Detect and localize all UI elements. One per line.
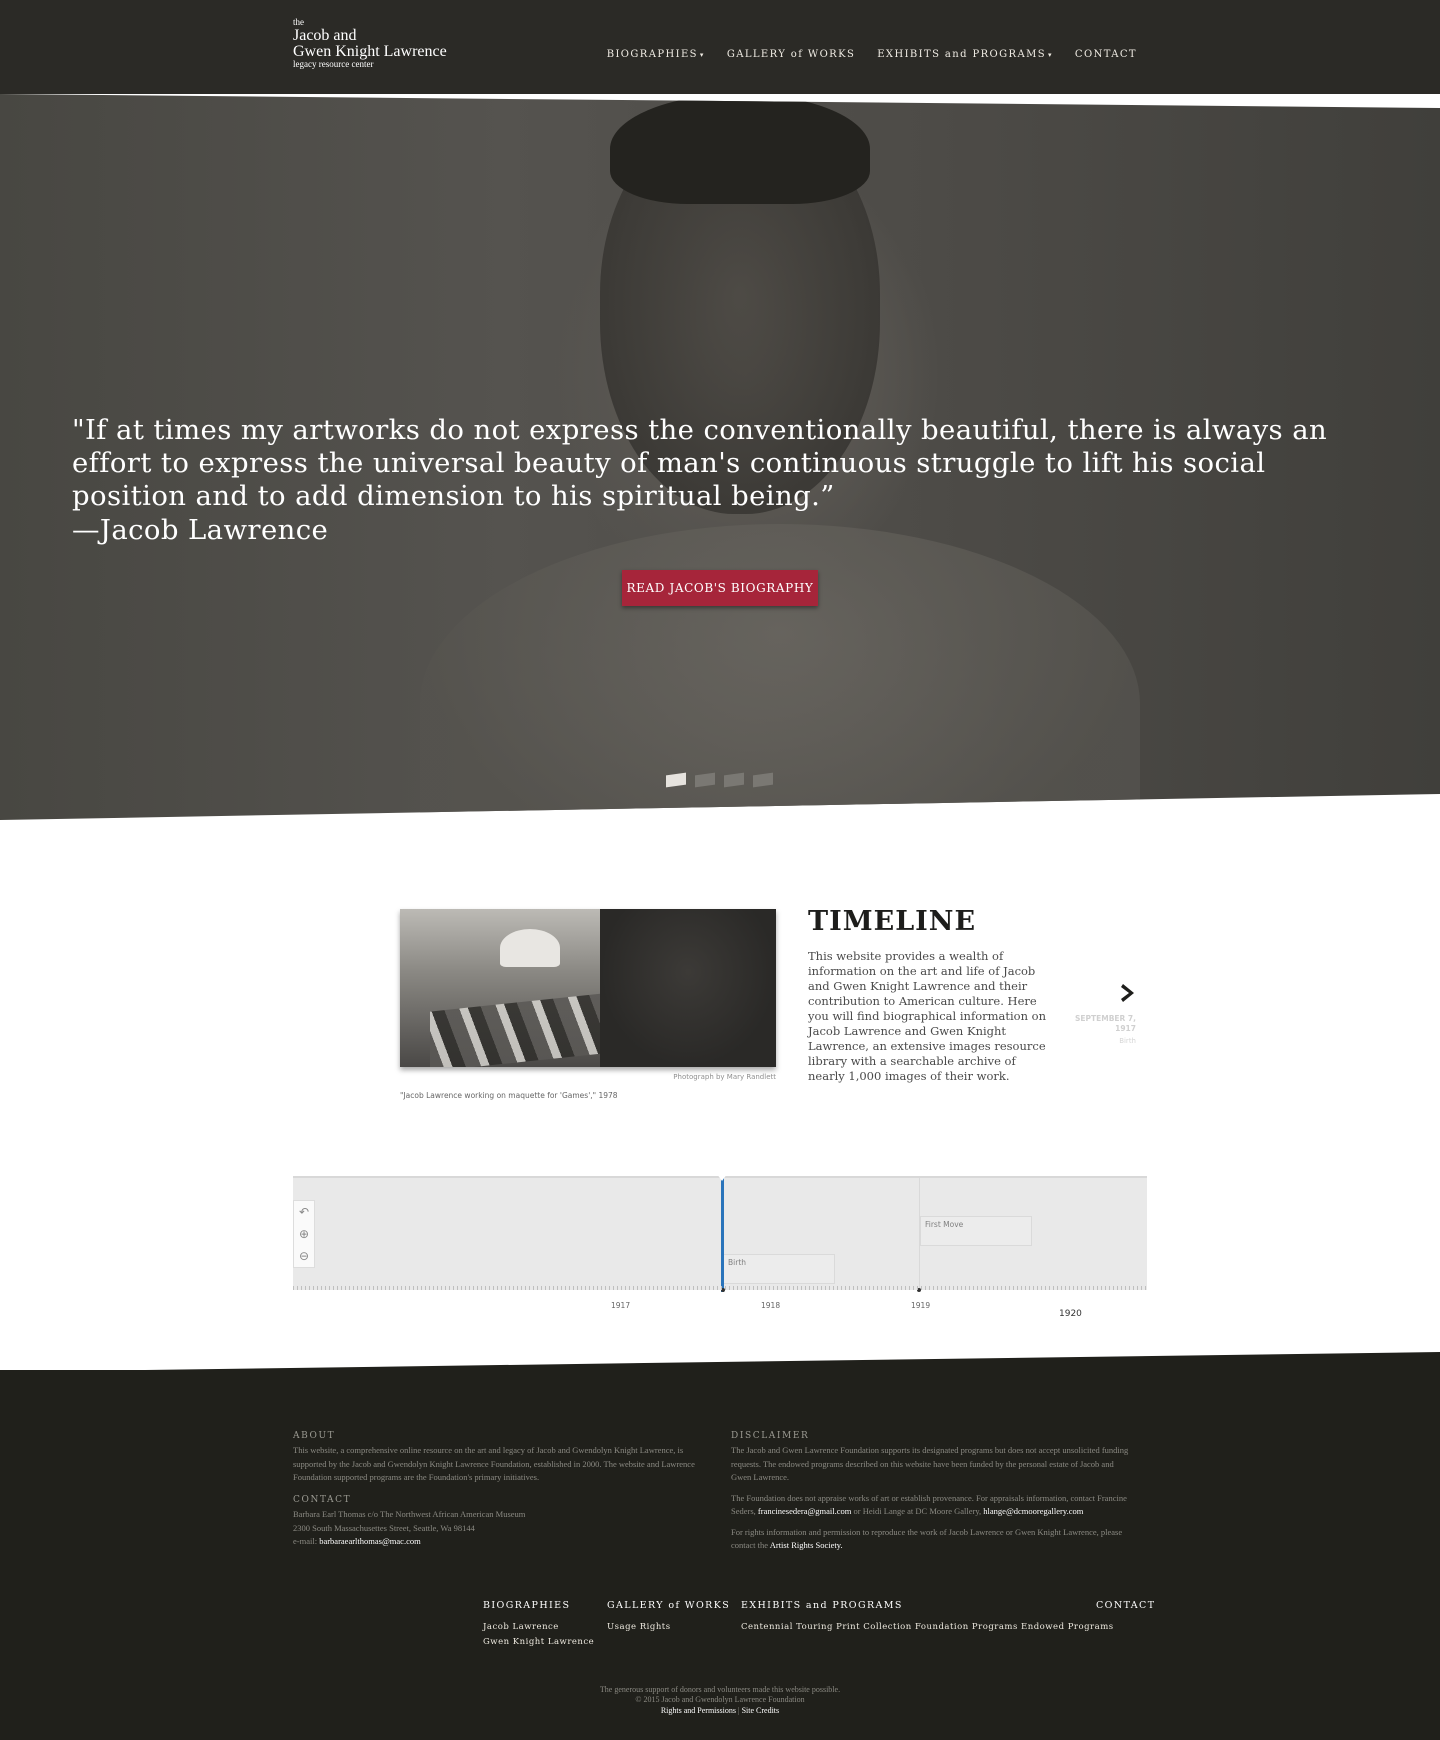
- nav-exhibits-label: EXHIBITS and PROGRAMS: [877, 49, 1046, 60]
- timeline-next-date: SEPTEMBER 7, 1917: [1074, 1014, 1136, 1033]
- lamp-shape: [500, 929, 560, 967]
- slider-dot-4[interactable]: [753, 772, 773, 788]
- footer-nav-biographies[interactable]: BIOGRAPHIES: [483, 1600, 570, 1611]
- back-icon[interactable]: ↶: [294, 1201, 314, 1223]
- footer-link-gwen[interactable]: Gwen Knight Lawrence: [483, 1637, 594, 1647]
- hero-quote-author: —Jacob Lawrence: [72, 514, 329, 546]
- timeline-title: TIMELINE: [808, 906, 977, 937]
- site-logo[interactable]: the Jacob and Gwen Knight Lawrence legac…: [293, 18, 447, 69]
- slider-dot-2[interactable]: [695, 772, 715, 788]
- timeline-current-marker[interactable]: [721, 1176, 724, 1292]
- footer-copyright: © 2015 Jacob and Gwendolyn Lawrence Foun…: [635, 1695, 805, 1704]
- footer-contact-address: Barbara Earl Thomas c/o The Northwest Af…: [293, 1508, 698, 1549]
- disclaimer-email-2[interactable]: hlange@dcmooregallery.com: [983, 1506, 1083, 1516]
- disclaimer-paragraph-1: The Jacob and Gwen Lawrence Foundation s…: [731, 1445, 1129, 1482]
- footer-nav-exhibits[interactable]: EXHIBITS and PROGRAMS: [741, 1600, 903, 1611]
- marker-tip-icon: [717, 1174, 727, 1181]
- timeline-event-first-move[interactable]: First Move: [920, 1216, 1032, 1246]
- footer-about-heading: ABOUT: [293, 1431, 336, 1441]
- nav-biographies[interactable]: BIOGRAPHIES ▾: [607, 49, 705, 60]
- timeline-ruler: [293, 1286, 1147, 1290]
- logo-line-the: the: [293, 17, 304, 27]
- nav-exhibits[interactable]: EXHIBITS and PROGRAMS ▾: [877, 49, 1053, 60]
- footer-link-endowed[interactable]: Endowed Programs: [1021, 1622, 1114, 1632]
- disclaimer-paragraph-2: The Foundation does not appraise works o…: [731, 1492, 1127, 1517]
- site-footer: ABOUT This website, a comprehensive onli…: [0, 1370, 1440, 1740]
- timeline-year-1919: 1919: [911, 1301, 931, 1310]
- email-label: e-mail:: [293, 1536, 318, 1546]
- site-credits-link[interactable]: Site Credits: [742, 1706, 780, 1715]
- slider-dots: [666, 772, 773, 788]
- contact-email-link[interactable]: barbaraearlthomas@mac.com: [319, 1536, 421, 1546]
- hero-photo-hair: [610, 94, 870, 204]
- timeline-photo: [400, 909, 776, 1067]
- contact-line-2: 2300 South Massachusettes Street, Seattl…: [293, 1522, 475, 1533]
- logo-line-gwen: Gwen Knight Lawrence: [293, 43, 447, 60]
- footer-separator: |: [737, 1706, 740, 1715]
- caret-down-icon: ▾: [1048, 51, 1053, 59]
- zoom-out-icon[interactable]: ⊖: [294, 1245, 314, 1267]
- footer-link-foundation[interactable]: Foundation Programs: [915, 1622, 1018, 1632]
- footer-link-jacob[interactable]: Jacob Lawrence: [483, 1622, 559, 1632]
- footer-nav-contact[interactable]: CONTACT: [1096, 1600, 1155, 1611]
- logo-line-legacy: legacy resource center: [293, 59, 374, 69]
- nav-gallery[interactable]: GALLERY of WORKS: [727, 49, 855, 60]
- footer-disclaimer-heading: DISCLAIMER: [731, 1431, 810, 1441]
- artist-shape: [600, 909, 776, 1067]
- hero-photo-shirt: [420, 524, 1140, 820]
- timeline-next-label: Birth: [1119, 1037, 1136, 1045]
- nav-biographies-label: BIOGRAPHIES: [606, 49, 698, 60]
- disclaimer-email-1[interactable]: francinesedera@gmail.com: [758, 1506, 852, 1516]
- footer-contact-heading: CONTACT: [293, 1495, 352, 1505]
- contact-line-1: Barbara Earl Thomas c/o The Northwest Af…: [293, 1509, 526, 1519]
- timeline-year-1917: 1917: [611, 1301, 631, 1310]
- slider-dot-3[interactable]: [724, 772, 744, 788]
- contact-email-row: e-mail: barbaraearlthomas@mac.com: [293, 1535, 698, 1549]
- logo-line-jacob: Jacob and: [293, 27, 357, 44]
- timeline-description: This website provides a wealth of inform…: [808, 949, 1047, 1083]
- hero-slider: "If at times my artworks do not express …: [0, 94, 1440, 820]
- artist-rights-link[interactable]: Artist Rights Society.: [770, 1540, 843, 1550]
- disclaimer-paragraph-3: For rights information and permission to…: [731, 1526, 1123, 1551]
- caret-down-icon: ▾: [699, 51, 705, 59]
- footer-disclaimer-text: The Jacob and Gwen Lawrence Foundation s…: [731, 1444, 1131, 1553]
- timeline-year-1920: 1920: [1059, 1309, 1082, 1319]
- timeline-event-birth[interactable]: Birth: [723, 1254, 835, 1284]
- main-nav: BIOGRAPHIES ▾ GALLERY of WORKS EXHIBITS a…: [607, 49, 1137, 60]
- footer-about-text: This website, a comprehensive online res…: [293, 1445, 695, 1482]
- nav-contact[interactable]: CONTACT: [1075, 49, 1137, 60]
- footer-link-usage-rights[interactable]: Usage Rights: [607, 1622, 671, 1632]
- timeline-zoom-controls: ↶ ⊕ ⊖: [293, 1200, 315, 1268]
- timeline-navigator[interactable]: ↶ ⊕ ⊖ Birth First Move: [293, 1174, 1147, 1292]
- zoom-in-icon[interactable]: ⊕: [294, 1223, 314, 1245]
- timeline-year-1918: 1918: [761, 1301, 781, 1310]
- photo-credit: Photograph by Mary Randlett: [673, 1073, 776, 1081]
- footer-nav-gallery[interactable]: GALLERY of WORKS: [607, 1600, 730, 1611]
- read-biography-button[interactable]: READ JACOB'S BIOGRAPHY: [622, 570, 818, 606]
- chevron-right-icon[interactable]: [1120, 982, 1138, 1004]
- photo-caption: "Jacob Lawrence working on maquette for …: [400, 1091, 618, 1100]
- hero-quote: "If at times my artworks do not express …: [72, 414, 1328, 512]
- slider-dot-1[interactable]: [666, 772, 686, 788]
- rights-permissions-link[interactable]: Rights and Permissions: [661, 1706, 736, 1715]
- footer-bottom-links: Rights and Permissions | Site Credits: [0, 1706, 1440, 1715]
- footer-link-centennial[interactable]: Centennial Touring Print Collection: [741, 1622, 912, 1632]
- footer-link-exhibits-row: Centennial Touring Print Collection Foun…: [741, 1622, 1114, 1632]
- footer-support-text: The generous support of donors and volun…: [599, 1685, 841, 1694]
- site-header: the Jacob and Gwen Knight Lawrence legac…: [0, 0, 1440, 94]
